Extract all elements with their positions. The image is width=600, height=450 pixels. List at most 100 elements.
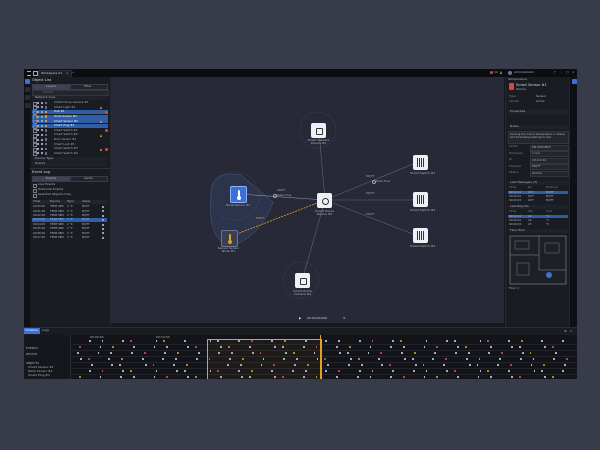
event-marker[interactable] <box>414 364 417 366</box>
timeline-track[interactable] <box>70 374 577 379</box>
event-marker[interactable] <box>367 352 370 354</box>
close-icon[interactable]: × <box>66 71 69 75</box>
event-marker[interactable] <box>479 340 482 342</box>
event-marker[interactable] <box>511 346 513 348</box>
event-marker[interactable] <box>336 376 338 378</box>
event-marker[interactable] <box>423 346 426 348</box>
event-marker[interactable] <box>566 358 568 360</box>
event-marker[interactable] <box>544 346 547 348</box>
lock-icon[interactable] <box>41 138 43 141</box>
event-marker[interactable] <box>338 340 340 342</box>
settings-icon[interactable]: ⚙ <box>343 316 346 320</box>
open-icon[interactable] <box>102 206 104 208</box>
event-marker[interactable] <box>195 358 198 360</box>
event-marker[interactable] <box>153 346 156 348</box>
event-marker[interactable] <box>177 352 179 354</box>
event-marker[interactable] <box>508 340 510 342</box>
event-marker[interactable] <box>194 376 197 378</box>
column-header[interactable]: Val <box>528 209 533 213</box>
detail-field[interactable]: Online <box>530 170 569 177</box>
event-marker[interactable] <box>423 376 426 378</box>
event-marker[interactable] <box>518 346 521 348</box>
lock-icon[interactable] <box>41 133 43 136</box>
event-marker[interactable] <box>378 358 381 360</box>
event-marker[interactable] <box>508 370 510 372</box>
event-marker[interactable] <box>412 370 415 372</box>
help-icon[interactable]: ? <box>554 70 556 74</box>
warning-icon[interactable] <box>500 71 502 74</box>
event-marker[interactable] <box>88 340 91 342</box>
node-camera2[interactable] <box>295 273 310 288</box>
event-marker[interactable] <box>121 358 123 360</box>
open-icon[interactable] <box>102 228 104 230</box>
detail-field[interactable]: MQTT <box>530 164 569 170</box>
event-marker[interactable] <box>99 376 102 378</box>
column-header[interactable]: Protocol <box>546 185 558 189</box>
event-marker[interactable] <box>521 352 524 354</box>
event-marker[interactable] <box>108 358 111 360</box>
event-marker[interactable] <box>529 352 532 354</box>
event-marker[interactable] <box>79 346 81 348</box>
eye-icon[interactable] <box>37 152 39 155</box>
event-marker[interactable] <box>468 364 471 366</box>
event-marker[interactable] <box>490 346 493 348</box>
event-marker[interactable] <box>164 352 167 354</box>
event-marker[interactable] <box>130 340 132 342</box>
tab-timeline[interactable]: Timeline <box>24 328 40 334</box>
event-marker[interactable] <box>400 340 402 342</box>
event-marker[interactable] <box>381 364 384 366</box>
column-header[interactable]: Device <box>50 199 60 203</box>
column-header[interactable]: Time <box>509 185 516 189</box>
event-marker[interactable] <box>144 364 147 366</box>
event-marker[interactable] <box>541 340 544 342</box>
event-marker[interactable] <box>350 358 352 360</box>
event-marker[interactable] <box>443 364 445 366</box>
event-marker[interactable] <box>194 346 197 348</box>
event-marker[interactable] <box>390 376 392 378</box>
event-marker[interactable] <box>110 352 113 354</box>
eye-icon[interactable] <box>37 106 39 109</box>
event-marker[interactable] <box>564 364 566 366</box>
column-header[interactable]: Time <box>509 209 516 213</box>
eye-icon[interactable] <box>37 110 39 113</box>
event-marker[interactable] <box>97 352 100 354</box>
eye-icon[interactable] <box>37 143 39 146</box>
event-marker[interactable] <box>166 376 169 378</box>
event-marker[interactable] <box>403 346 405 348</box>
node-switch3[interactable] <box>413 228 428 243</box>
event-marker[interactable] <box>392 370 394 372</box>
play-icon[interactable]: ▶ <box>299 316 301 320</box>
event-marker[interactable] <box>403 376 405 378</box>
event-marker[interactable] <box>153 376 156 378</box>
event-marker[interactable] <box>324 358 327 360</box>
event-marker[interactable] <box>434 352 437 354</box>
event-marker[interactable] <box>425 340 428 342</box>
event-marker[interactable] <box>141 358 144 360</box>
event-marker[interactable] <box>511 376 513 378</box>
event-marker[interactable] <box>465 358 468 360</box>
event-marker[interactable] <box>487 370 490 372</box>
event-marker[interactable] <box>80 358 82 360</box>
eye-icon[interactable] <box>37 138 39 141</box>
objects-icon[interactable] <box>24 79 30 84</box>
event-marker[interactable] <box>520 340 523 342</box>
event-marker[interactable] <box>112 346 115 348</box>
event-marker[interactable] <box>187 376 189 378</box>
event-marker[interactable] <box>490 376 493 378</box>
event-marker[interactable] <box>122 340 124 342</box>
eye-icon[interactable] <box>37 147 39 150</box>
event-marker[interactable] <box>327 364 330 366</box>
menu-icon[interactable] <box>27 71 31 76</box>
event-marker[interactable] <box>518 376 521 378</box>
event-marker[interactable] <box>497 364 499 366</box>
detail-field[interactable]: 1.4.2 <box>530 151 569 157</box>
event-marker[interactable] <box>533 370 536 372</box>
event-marker[interactable] <box>348 364 350 366</box>
edge-hub-switch3[interactable] <box>324 199 419 237</box>
event-marker[interactable] <box>562 340 564 342</box>
event-marker[interactable] <box>390 346 392 348</box>
event-marker[interactable] <box>422 364 425 366</box>
event-marker[interactable] <box>467 352 470 354</box>
new-tab-icon[interactable]: + <box>72 70 75 74</box>
selection-range[interactable] <box>207 339 322 379</box>
